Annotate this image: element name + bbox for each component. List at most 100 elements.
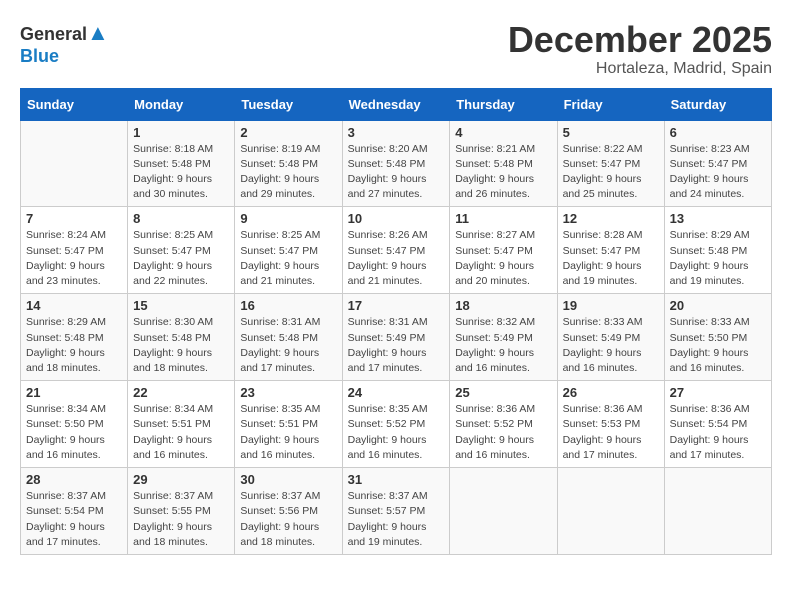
calendar-cell: 15 Sunrise: 8:30 AMSunset: 5:48 PMDayligh… [128, 294, 235, 381]
day-number: 15 [133, 298, 229, 313]
day-number: 19 [563, 298, 659, 313]
location-subtitle: Hortaleza, Madrid, Spain [508, 60, 772, 78]
day-number: 17 [348, 298, 445, 313]
day-number: 1 [133, 125, 229, 140]
day-number: 30 [240, 472, 336, 487]
calendar-cell: 31 Sunrise: 8:37 AMSunset: 5:57 PMDayligh… [342, 468, 450, 555]
day-number: 7 [26, 211, 122, 226]
day-number: 10 [348, 211, 445, 226]
calendar-cell: 14 Sunrise: 8:29 AMSunset: 5:48 PMDayligh… [21, 294, 128, 381]
calendar-cell: 27 Sunrise: 8:36 AMSunset: 5:54 PMDayligh… [664, 381, 771, 468]
calendar-cell: 11 Sunrise: 8:27 AMSunset: 5:47 PMDayligh… [450, 207, 557, 294]
day-info: Sunrise: 8:36 AMSunset: 5:52 PMDaylight:… [455, 402, 551, 463]
calendar-cell: 5Sunrise: 8:22 AMSunset: 5:47 PMDaylight… [557, 120, 664, 207]
day-info: Sunrise: 8:25 AMSunset: 5:47 PMDaylight:… [240, 228, 336, 289]
day-number: 28 [26, 472, 122, 487]
weekday-header-saturday: Saturday [664, 88, 771, 120]
day-info: Sunrise: 8:37 AMSunset: 5:54 PMDaylight:… [26, 489, 122, 550]
day-info: Sunrise: 8:36 AMSunset: 5:54 PMDaylight:… [670, 402, 766, 463]
day-number: 11 [455, 211, 551, 226]
day-info: Sunrise: 8:37 AMSunset: 5:55 PMDaylight:… [133, 489, 229, 550]
day-number: 27 [670, 385, 766, 400]
calendar-cell: 10 Sunrise: 8:26 AMSunset: 5:47 PMDayligh… [342, 207, 450, 294]
calendar-cell: 9Sunrise: 8:25 AMSunset: 5:47 PMDaylight… [235, 207, 342, 294]
day-number: 6 [670, 125, 766, 140]
day-info: Sunrise: 8:25 AMSunset: 5:47 PMDaylight:… [133, 228, 229, 289]
day-info: Sunrise: 8:35 AMSunset: 5:52 PMDaylight:… [348, 402, 445, 463]
calendar-cell: 22 Sunrise: 8:34 AMSunset: 5:51 PMDayligh… [128, 381, 235, 468]
day-info: Sunrise: 8:37 AMSunset: 5:56 PMDaylight:… [240, 489, 336, 550]
week-row-5: 28 Sunrise: 8:37 AMSunset: 5:54 PMDayligh… [21, 468, 772, 555]
day-number: 4 [455, 125, 551, 140]
weekday-header-friday: Friday [557, 88, 664, 120]
weekday-header-tuesday: Tuesday [235, 88, 342, 120]
weekday-header-row: SundayMondayTuesdayWednesdayThursdayFrid… [21, 88, 772, 120]
day-info: Sunrise: 8:35 AMSunset: 5:51 PMDaylight:… [240, 402, 336, 463]
weekday-header-thursday: Thursday [450, 88, 557, 120]
weekday-header-wednesday: Wednesday [342, 88, 450, 120]
day-number: 20 [670, 298, 766, 313]
day-info: Sunrise: 8:18 AMSunset: 5:48 PMDaylight:… [133, 142, 229, 203]
day-number: 3 [348, 125, 445, 140]
title-area: December 2025 Hortaleza, Madrid, Spain [508, 20, 772, 78]
calendar-cell: 16 Sunrise: 8:31 AMSunset: 5:48 PMDayligh… [235, 294, 342, 381]
week-row-1: 1 Sunrise: 8:18 AMSunset: 5:48 PMDaylight… [21, 120, 772, 207]
calendar-cell [21, 120, 128, 207]
calendar-cell: 26Sunrise: 8:36 AMSunset: 5:53 PMDayligh… [557, 381, 664, 468]
logo-bird-icon: ▲ [87, 20, 109, 45]
day-info: Sunrise: 8:30 AMSunset: 5:48 PMDaylight:… [133, 315, 229, 376]
day-info: Sunrise: 8:20 AMSunset: 5:48 PMDaylight:… [348, 142, 445, 203]
day-number: 8 [133, 211, 229, 226]
calendar-table: SundayMondayTuesdayWednesdayThursdayFrid… [20, 88, 772, 555]
day-number: 16 [240, 298, 336, 313]
day-number: 24 [348, 385, 445, 400]
calendar-cell: 13Sunrise: 8:29 AMSunset: 5:48 PMDayligh… [664, 207, 771, 294]
calendar-cell: 19 Sunrise: 8:33 AMSunset: 5:49 PMDayligh… [557, 294, 664, 381]
day-info: Sunrise: 8:28 AMSunset: 5:47 PMDaylight:… [563, 228, 659, 289]
page-header: General▲ Blue December 2025 Hortaleza, M… [20, 20, 772, 78]
calendar-cell: 29Sunrise: 8:37 AMSunset: 5:55 PMDayligh… [128, 468, 235, 555]
day-number: 12 [563, 211, 659, 226]
calendar-cell: 30 Sunrise: 8:37 AMSunset: 5:56 PMDayligh… [235, 468, 342, 555]
day-info: Sunrise: 8:34 AMSunset: 5:50 PMDaylight:… [26, 402, 122, 463]
calendar-cell: 8 Sunrise: 8:25 AMSunset: 5:47 PMDaylight… [128, 207, 235, 294]
calendar-cell [664, 468, 771, 555]
weekday-header-sunday: Sunday [21, 88, 128, 120]
calendar-cell: 17 Sunrise: 8:31 AMSunset: 5:49 PMDayligh… [342, 294, 450, 381]
day-info: Sunrise: 8:26 AMSunset: 5:47 PMDaylight:… [348, 228, 445, 289]
calendar-cell [557, 468, 664, 555]
day-info: Sunrise: 8:32 AMSunset: 5:49 PMDaylight:… [455, 315, 551, 376]
calendar-cell: 1 Sunrise: 8:18 AMSunset: 5:48 PMDaylight… [128, 120, 235, 207]
day-info: Sunrise: 8:31 AMSunset: 5:48 PMDaylight:… [240, 315, 336, 376]
day-number: 23 [240, 385, 336, 400]
day-number: 14 [26, 298, 122, 313]
day-number: 31 [348, 472, 445, 487]
day-info: Sunrise: 8:34 AMSunset: 5:51 PMDaylight:… [133, 402, 229, 463]
day-info: Sunrise: 8:24 AMSunset: 5:47 PMDaylight:… [26, 228, 122, 289]
day-info: Sunrise: 8:29 AMSunset: 5:48 PMDaylight:… [26, 315, 122, 376]
day-info: Sunrise: 8:23 AMSunset: 5:47 PMDaylight:… [670, 142, 766, 203]
day-info: Sunrise: 8:27 AMSunset: 5:47 PMDaylight:… [455, 228, 551, 289]
calendar-cell: 20Sunrise: 8:33 AMSunset: 5:50 PMDayligh… [664, 294, 771, 381]
day-number: 5 [563, 125, 659, 140]
day-info: Sunrise: 8:33 AMSunset: 5:49 PMDaylight:… [563, 315, 659, 376]
day-number: 18 [455, 298, 551, 313]
week-row-2: 7 Sunrise: 8:24 AMSunset: 5:47 PMDaylight… [21, 207, 772, 294]
day-number: 21 [26, 385, 122, 400]
day-info: Sunrise: 8:31 AMSunset: 5:49 PMDaylight:… [348, 315, 445, 376]
calendar-cell: 21 Sunrise: 8:34 AMSunset: 5:50 PMDayligh… [21, 381, 128, 468]
calendar-cell: 2Sunrise: 8:19 AMSunset: 5:48 PMDaylight… [235, 120, 342, 207]
logo: General▲ Blue [20, 20, 109, 67]
day-info: Sunrise: 8:21 AMSunset: 5:48 PMDaylight:… [455, 142, 551, 203]
day-info: Sunrise: 8:37 AMSunset: 5:57 PMDaylight:… [348, 489, 445, 550]
calendar-cell: 3 Sunrise: 8:20 AMSunset: 5:48 PMDaylight… [342, 120, 450, 207]
calendar-cell: 4 Sunrise: 8:21 AMSunset: 5:48 PMDaylight… [450, 120, 557, 207]
calendar-cell: 18 Sunrise: 8:32 AMSunset: 5:49 PMDayligh… [450, 294, 557, 381]
calendar-cell [450, 468, 557, 555]
day-number: 13 [670, 211, 766, 226]
calendar-cell: 24 Sunrise: 8:35 AMSunset: 5:52 PMDayligh… [342, 381, 450, 468]
day-number: 22 [133, 385, 229, 400]
calendar-cell: 12 Sunrise: 8:28 AMSunset: 5:47 PMDayligh… [557, 207, 664, 294]
day-info: Sunrise: 8:36 AMSunset: 5:53 PMDaylight:… [563, 402, 659, 463]
calendar-cell: 28 Sunrise: 8:37 AMSunset: 5:54 PMDayligh… [21, 468, 128, 555]
